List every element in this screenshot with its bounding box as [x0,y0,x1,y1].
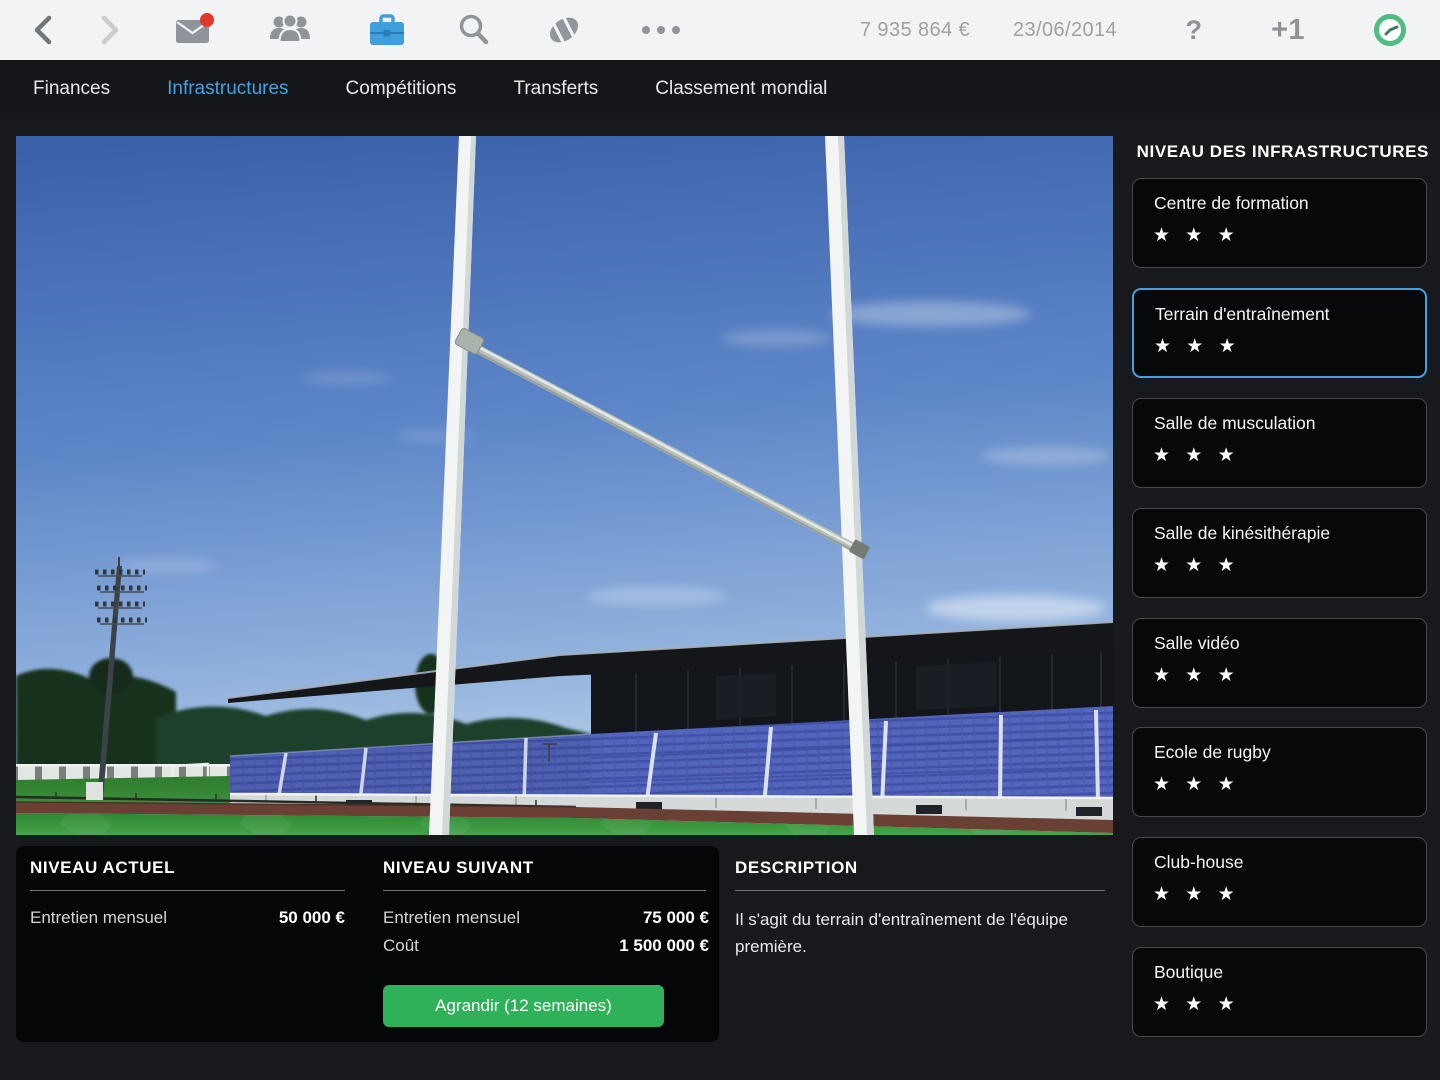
toolbar: 7 935 864 € 23/06/2014 ? +1 [0,0,1440,61]
facility-card-club-house[interactable]: Club-house ★ ★ ★ [1132,837,1427,927]
stadium-photo [16,136,1113,835]
rugby-button[interactable] [544,12,584,48]
business-button[interactable] [367,12,407,48]
unread-badge [200,13,214,27]
forward-button[interactable] [97,13,123,47]
forward-icon [97,13,123,47]
facility-card-centre-de-formation[interactable]: Centre de formation ★ ★ ★ [1132,178,1427,268]
search-button[interactable] [456,12,492,48]
facility-label: Club-house [1154,852,1244,873]
facility-stars: ★ ★ ★ [1153,444,1240,467]
tab-competitions[interactable]: Compétitions [346,78,457,100]
game-date: 23/06/2014 [1012,0,1118,60]
facility-card-terrain-entrainement[interactable]: Terrain d'entraînement ★ ★ ★ [1132,288,1427,378]
facility-label: Salle vidéo [1154,633,1240,654]
mail-button[interactable] [174,11,216,49]
rugby-ball-icon [544,12,584,48]
facility-stars: ★ ★ ★ [1153,664,1240,687]
more-button[interactable] [640,24,682,36]
squad-button[interactable] [267,12,313,48]
facility-label: Centre de formation [1154,193,1309,214]
continue-button[interactable] [1372,12,1408,48]
briefcase-icon [367,12,407,48]
divider [383,890,706,891]
facility-card-salle-video[interactable]: Salle vidéo ★ ★ ★ [1132,618,1427,708]
current-level-title: NIVEAU ACTUEL [30,858,175,878]
help-button[interactable]: ? [1178,0,1210,60]
advance-day-button[interactable]: +1 [1258,0,1318,60]
tab-finances[interactable]: Finances [33,78,110,100]
tab-infrastructures[interactable]: Infrastructures [167,78,288,100]
facility-label: Terrain d'entraînement [1155,304,1330,325]
facility-stars: ★ ★ ★ [1153,773,1240,796]
description-title: DESCRIPTION [735,858,858,878]
back-icon [30,13,56,47]
facility-card-salle-de-kinesitherapie[interactable]: Salle de kinésithérapie ★ ★ ★ [1132,508,1427,598]
continue-clock-icon [1372,12,1408,48]
facility-stars: ★ ★ ★ [1153,993,1240,1016]
next-cost-value: 1 500 000 € [383,936,709,956]
tab-transferts[interactable]: Transferts [513,78,598,100]
facility-stars: ★ ★ ★ [1154,335,1241,358]
search-icon [456,12,492,48]
facility-stars: ★ ★ ★ [1153,224,1240,247]
facility-label: Salle de musculation [1154,413,1315,434]
facility-card-boutique[interactable]: Boutique ★ ★ ★ [1132,947,1427,1037]
facility-label: Boutique [1154,962,1223,983]
facility-stars: ★ ★ ★ [1153,554,1240,577]
facility-label: Salle de kinésithérapie [1154,523,1330,544]
mail-icon [174,11,216,49]
divider [30,890,345,891]
tab-classement-mondial[interactable]: Classement mondial [655,78,827,100]
facility-stars: ★ ★ ★ [1153,883,1240,906]
stadium-scene [16,136,1113,835]
club-balance: 7 935 864 € [790,0,970,60]
level-panel: NIVEAU ACTUEL Entretien mensuel 50 000 €… [16,846,719,1042]
sidebar-title: NIVEAU DES INFRASTRUCTURES [1132,142,1429,162]
next-level-title: NIVEAU SUIVANT [383,858,534,878]
expand-button[interactable]: Agrandir (12 semaines) [383,985,664,1027]
squad-icon [267,12,313,48]
next-maintenance-value: 75 000 € [383,908,709,928]
facility-card-salle-de-musculation[interactable]: Salle de musculation ★ ★ ★ [1132,398,1427,488]
description-text: Il s'agit du terrain d'entraînement de l… [735,906,1083,960]
facility-label: Ecole de rugby [1154,742,1271,763]
facility-card-ecole-de-rugby[interactable]: Ecole de rugby ★ ★ ★ [1132,727,1427,817]
current-maintenance-value: 50 000 € [30,908,345,928]
back-button[interactable] [30,13,56,47]
divider [735,890,1105,891]
main-tabbar: Finances Infrastructures Compétitions Tr… [0,60,1440,118]
more-icon [640,24,682,36]
